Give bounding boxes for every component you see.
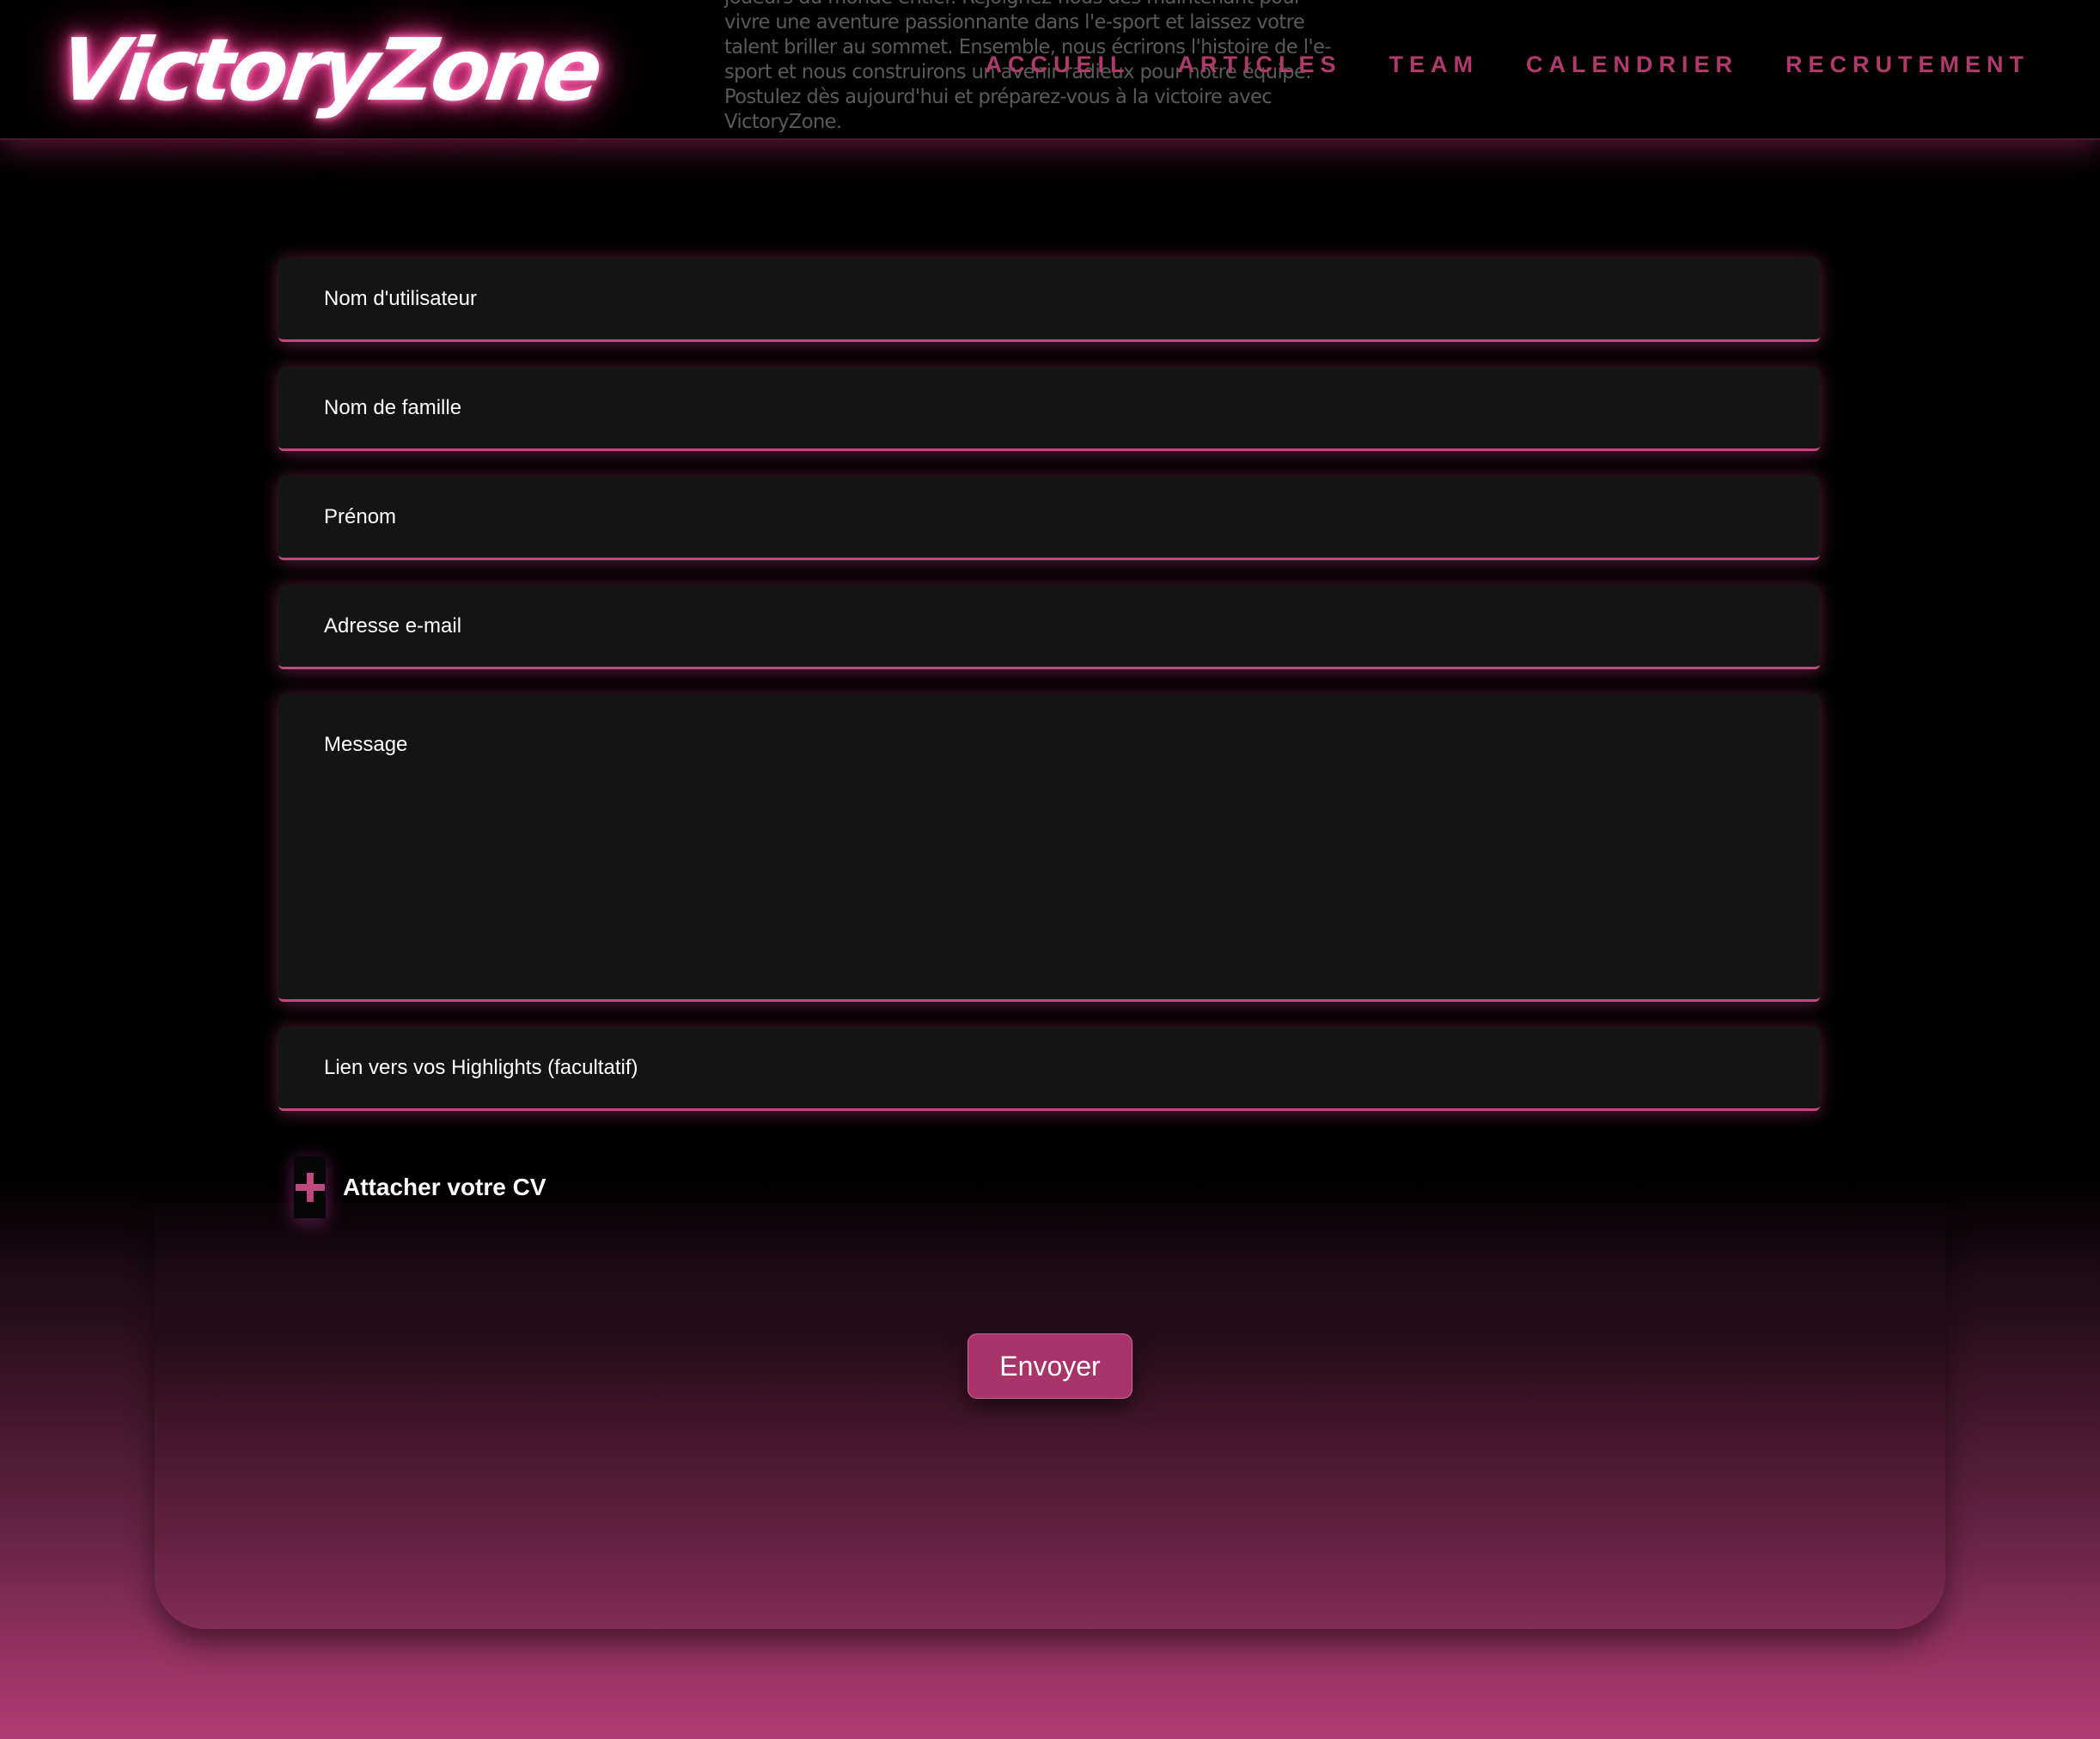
form-panel-background: [155, 1203, 1945, 1629]
victoryzone-logo[interactable]: VictoryZone: [52, 10, 606, 131]
nav-recrutement[interactable]: RECRUTEMENT: [1786, 52, 2030, 78]
nav-calendrier[interactable]: CALENDRIER: [1526, 52, 1738, 78]
message-field-container: [278, 694, 1820, 1002]
highlights-link-input[interactable]: [278, 1027, 1820, 1108]
send-button[interactable]: Envoyer: [968, 1333, 1132, 1399]
message-textarea[interactable]: [278, 694, 1820, 999]
page: VictoryZone joueurs du monde entier. Rej…: [0, 0, 2100, 1739]
nav-articles[interactable]: ARTICLES: [1177, 52, 1341, 78]
site-header: VictoryZone joueurs du monde entier. Rej…: [0, 0, 2100, 140]
username-input[interactable]: [278, 258, 1820, 339]
firstname-input[interactable]: [278, 476, 1820, 558]
lastname-input[interactable]: [278, 367, 1820, 448]
email-field-container: [278, 585, 1820, 669]
nav-accueil[interactable]: ACCUEIL: [985, 52, 1130, 78]
attach-cv-label: Attacher votre CV: [343, 1174, 546, 1200]
email-input[interactable]: [278, 585, 1820, 667]
main-nav: ACCUEIL ARTICLES TEAM CALENDRIER RECRUTE…: [985, 52, 2030, 78]
nav-team[interactable]: TEAM: [1389, 52, 1479, 78]
username-field-container: [278, 258, 1820, 342]
recruitment-form: [278, 258, 1820, 1136]
lastname-field-container: [278, 367, 1820, 451]
firstname-field-container: [278, 476, 1820, 560]
highlights-field-container: [278, 1027, 1820, 1111]
plus-icon-vertical-bar: [307, 1173, 314, 1202]
